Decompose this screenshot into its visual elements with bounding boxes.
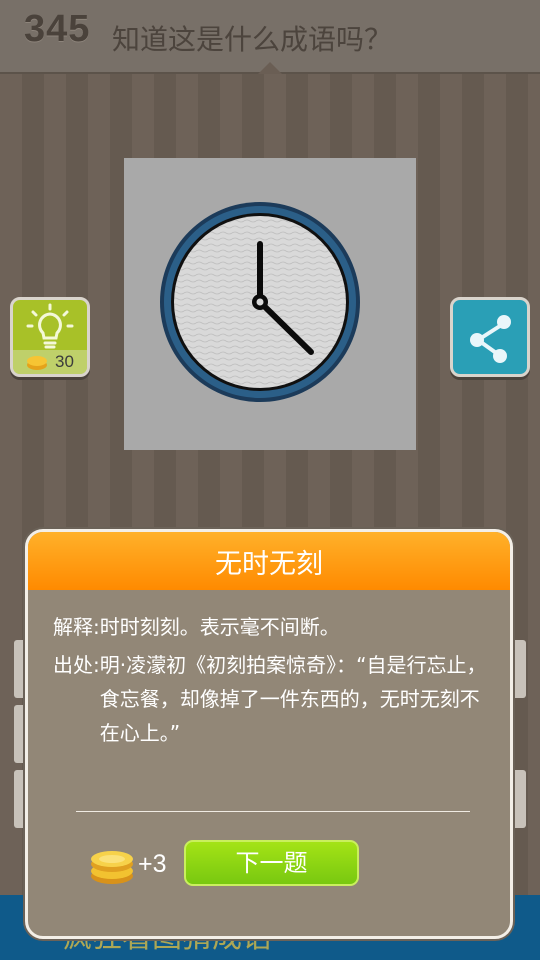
explanation-row: 解释: 时时刻刻。表示毫不间断。 [53,610,488,644]
dialog-header: 无时无刻 [28,532,510,590]
answer-tile [512,770,526,828]
clock-icon [160,202,360,402]
level-number: 345 [24,8,91,50]
answer-dialog: 无时无刻 解释: 时时刻刻。表示毫不间断。 出处: 明·凌濛初《初刻拍案惊奇》：… [25,529,513,939]
next-question-button[interactable]: 下一题 [184,840,359,886]
header-notch [258,62,282,74]
dialog-title: 无时无刻 [215,549,323,580]
source-row: 出处: 明·凌濛初《初刻拍案惊奇》：“自是行忘止，食忘餐，却像掉了一件东西的，无… [53,648,488,750]
dialog-body: 解释: 时时刻刻。表示毫不间断。 出处: 明·凌濛初《初刻拍案惊奇》：“自是行忘… [53,610,488,750]
source-label: 出处: [53,653,100,677]
question-text: 知道这是什么成语吗？ [112,23,393,56]
explanation-label: 解释: [53,615,100,639]
coin-icon [27,356,47,370]
hint-cost: 30 [55,352,74,371]
source-text: 明·凌濛初《初刻拍案惊奇》：“自是行忘止，食忘餐，却像掉了一件东西的，无时无刻不… [99,653,487,745]
share-icon [470,315,511,363]
reward-amount: +3 [138,850,167,878]
share-button[interactable] [450,297,530,377]
puzzle-image [124,158,416,450]
hint-button[interactable]: 30 [10,297,90,377]
lightbulb-icon [26,303,74,349]
answer-tile [512,640,526,698]
divider [76,811,470,812]
explanation-text: 时时刻刻。表示毫不间断。 [99,615,340,639]
coins-icon [91,851,133,884]
hint-cost-bar: 30 [13,350,87,374]
